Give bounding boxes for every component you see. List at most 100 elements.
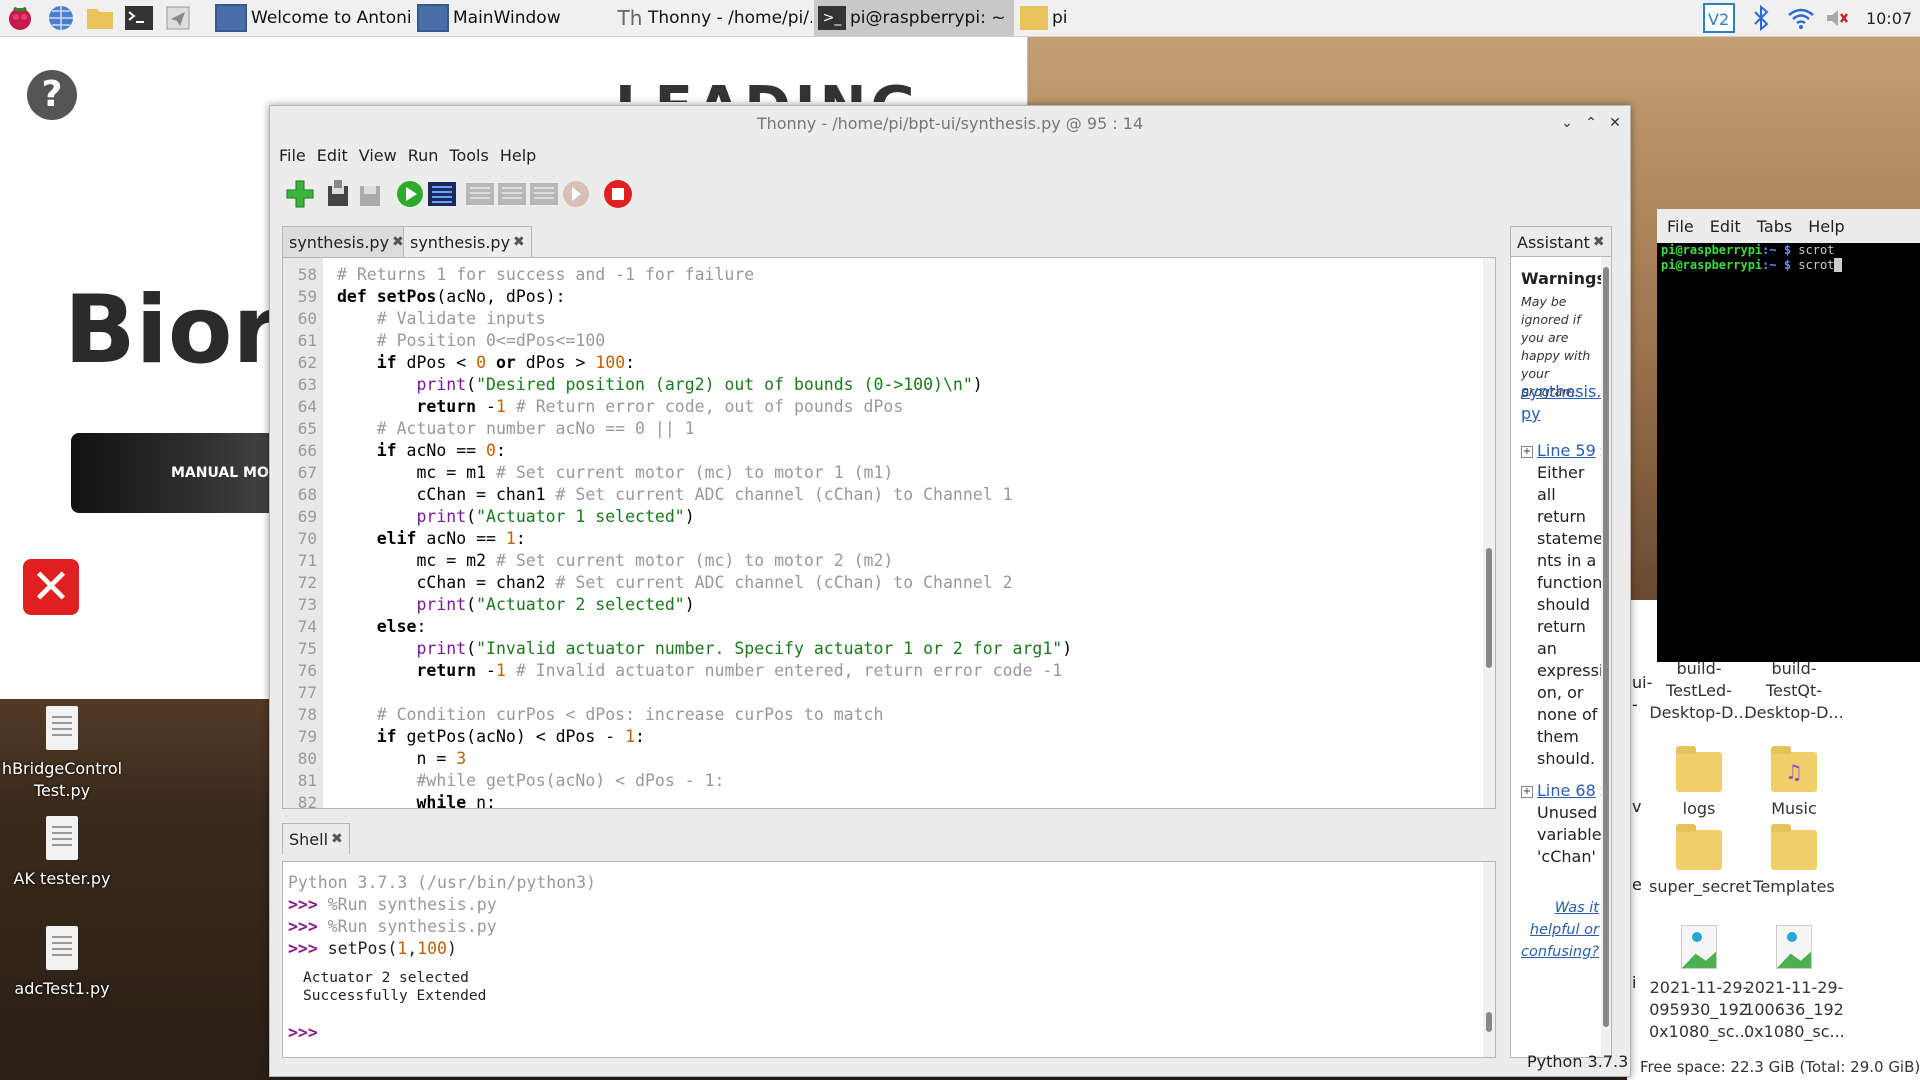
tab-shell[interactable]: Shell ✖: [282, 823, 350, 854]
file-label: 2021-11-29- 095930_192 0x1080_sc...: [1649, 978, 1750, 1041]
close-button[interactable]: ✕: [1604, 112, 1626, 134]
line-number: 58: [297, 265, 317, 284]
task-terminal[interactable]: >_ pi@raspberrypi: ~: [814, 0, 1014, 36]
volume-muted-icon[interactable]: [1822, 0, 1852, 36]
scrollbar-thumb[interactable]: [1486, 548, 1492, 668]
resume-button[interactable]: [560, 178, 592, 210]
shell-scrollbar[interactable]: [1483, 862, 1495, 1057]
tab-assistant[interactable]: Assistant ✖: [1510, 226, 1612, 257]
scrollbar-thumb[interactable]: [1603, 267, 1609, 1027]
step-over-button[interactable]: [464, 178, 496, 210]
code-line: # Position 0<=dPos<=100: [376, 331, 606, 350]
folder-item-logs[interactable]: logs: [1649, 746, 1749, 820]
task-mainwindow[interactable]: MainWindow: [413, 0, 608, 36]
vnc-icon[interactable]: V2: [1702, 0, 1736, 36]
close-tab-icon[interactable]: ✖: [392, 234, 404, 250]
terminal-menubar: File Edit Tabs Help: [1657, 209, 1920, 243]
image-file-item[interactable]: 2021-11-29- 100636_192 0x1080_sc...: [1744, 925, 1845, 1043]
warning-line-59[interactable]: Line 59: [1537, 440, 1596, 462]
scrollbar-thumb[interactable]: [1486, 1012, 1492, 1032]
warning-line-68[interactable]: Line 68: [1537, 780, 1596, 802]
folder-item[interactable]: build- TestLed- Desktop-D...: [1649, 658, 1749, 724]
desktop-icon-ak-tester[interactable]: AK tester.py: [0, 816, 127, 890]
minimize-button[interactable]: ⌄: [1556, 112, 1578, 134]
wifi-icon[interactable]: [1786, 0, 1816, 36]
desktop-icon-adctest[interactable]: adcTest1.py: [0, 926, 127, 1000]
close-tab-icon[interactable]: ✖: [1593, 234, 1605, 250]
manual-mode-button[interactable]: MANUAL MOD: [71, 433, 281, 513]
line-number: 71: [297, 551, 317, 570]
maximize-button[interactable]: ⌃: [1580, 112, 1602, 134]
menu-view[interactable]: View: [359, 146, 397, 165]
line-number: 60: [297, 309, 317, 328]
code-line: if dPos < 0 or dPos > 100:: [376, 353, 636, 372]
folder-item-music[interactable]: ♫ Music: [1744, 746, 1844, 820]
templates-folder-icon: [1771, 824, 1817, 870]
code-editor[interactable]: 58 59 60 61 62 63 64 65 66 67 68 69 70 71 72 73 74 75 76 77…: [282, 257, 1496, 809]
close-red-icon[interactable]: ✕: [23, 559, 79, 615]
thonny-icon: Th: [617, 6, 643, 30]
step-out-button[interactable]: [528, 178, 560, 210]
browser-icon[interactable]: [46, 3, 76, 33]
step-into-button[interactable]: [496, 178, 528, 210]
line-number: 69: [297, 507, 317, 526]
task-thonny[interactable]: Th Thonny - /home/pi/...: [612, 0, 812, 36]
shell-panel[interactable]: Python 3.7.3 (/usr/bin/python3) >>> %Run…: [282, 861, 1496, 1058]
line-number: 70: [297, 529, 317, 548]
file-icon: [46, 926, 78, 970]
bluetooth-icon[interactable]: [1748, 0, 1774, 36]
folder-item-templates[interactable]: Templates: [1744, 824, 1844, 898]
image-file-item[interactable]: 2021-11-29- 095930_192 0x1080_sc...: [1649, 925, 1750, 1043]
open-file-button[interactable]: [322, 178, 354, 210]
window-icon: [417, 4, 449, 32]
shell-input-line[interactable]: >>>: [288, 1022, 318, 1044]
editor-scrollbar[interactable]: [1483, 258, 1495, 808]
tab-synthesis-1[interactable]: synthesis.py ✖: [282, 226, 411, 257]
terminal-icon[interactable]: [124, 3, 154, 33]
menu-file[interactable]: File: [1667, 217, 1694, 236]
expand-icon[interactable]: +: [1521, 446, 1533, 458]
debug-button[interactable]: [426, 178, 458, 210]
folder-item-super-secret[interactable]: super_secret: [1649, 824, 1751, 898]
file-link[interactable]: synthesis. py: [1521, 381, 1601, 425]
send-icon[interactable]: [163, 3, 193, 33]
interpreter-status[interactable]: Python 3.7.3: [1527, 1052, 1628, 1071]
task-browser[interactable]: Welcome to Antonio's...: [211, 0, 411, 36]
line-number-gutter: 58 59 60 61 62 63 64 65 66 67 68 69 70 71 72 73 74 75 76 77…: [283, 258, 323, 808]
clock[interactable]: 10:07: [1862, 0, 1916, 36]
code-line: print("Desired position (arg2) out of bo…: [416, 375, 983, 394]
menu-help[interactable]: Help: [1808, 217, 1844, 236]
menu-file[interactable]: File: [279, 146, 306, 165]
expand-icon[interactable]: +: [1521, 786, 1533, 798]
new-file-button[interactable]: [284, 178, 316, 210]
file-manager-icon[interactable]: [85, 3, 115, 33]
help-icon[interactable]: ?: [27, 70, 77, 120]
raspberry-menu-icon[interactable]: [5, 3, 35, 33]
folder-item[interactable]: build- TestQt- Desktop-D...: [1744, 658, 1844, 724]
close-tab-icon[interactable]: ✖: [331, 831, 343, 847]
terminal-window[interactable]: File Edit Tabs Help pi@raspberrypi:~ $ s…: [1657, 209, 1920, 662]
menu-run[interactable]: Run: [408, 146, 439, 165]
code-line: print("Actuator 1 selected"): [416, 507, 695, 526]
menubar: File Edit View Run Tools Help: [270, 140, 538, 170]
run-button[interactable]: [394, 178, 426, 210]
tab-label: Assistant: [1517, 232, 1590, 252]
stop-button[interactable]: [602, 178, 634, 210]
menu-tools[interactable]: Tools: [449, 146, 488, 165]
assistant-panel: Warnings May be ignored if you are happy…: [1510, 256, 1612, 1058]
window-titlebar[interactable]: Thonny - /home/pi/bpt-ui/synthesis.py @ …: [270, 106, 1630, 140]
warning-text: Unused variable 'cChan': [1537, 803, 1602, 866]
menu-tabs[interactable]: Tabs: [1757, 217, 1792, 236]
close-tab-icon[interactable]: ✖: [513, 234, 525, 250]
menu-help[interactable]: Help: [500, 146, 536, 165]
assistant-scrollbar[interactable]: [1601, 257, 1611, 1057]
menu-edit[interactable]: Edit: [317, 146, 348, 165]
line-number: 76: [297, 661, 317, 680]
save-file-button[interactable]: [354, 178, 386, 210]
window-title: Thonny - /home/pi/bpt-ui/synthesis.py @ …: [756, 113, 1144, 133]
menu-edit[interactable]: Edit: [1710, 217, 1741, 236]
feedback-link[interactable]: Was it helpful or confusing?: [1521, 897, 1599, 963]
tab-synthesis-2[interactable]: synthesis.py ✖: [403, 226, 532, 257]
task-file-manager[interactable]: pi: [1016, 0, 1216, 36]
desktop-icon-hbridge[interactable]: hBridgeControl Test.py: [0, 706, 127, 802]
